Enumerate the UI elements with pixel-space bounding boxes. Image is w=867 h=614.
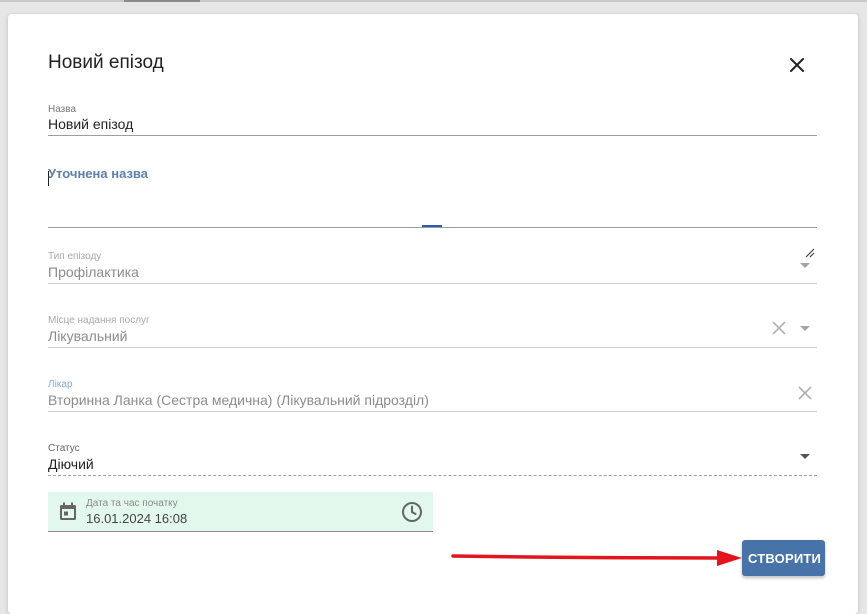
annotation-arrow: [451, 550, 742, 566]
start-datetime-label: Дата та час початку: [86, 498, 178, 509]
start-datetime-value: 16.01.2024 16:08: [86, 511, 188, 526]
doctor-label: Лікар: [48, 379, 73, 390]
doctor-underline: [48, 411, 817, 412]
name-field-label: Назва: [48, 104, 77, 115]
episode-type-underline: [48, 283, 817, 284]
service-place-label: Місце надання послуг: [48, 315, 150, 326]
name-field-value: Новий епізод: [48, 116, 134, 132]
episode-type-label: Тип епізоду: [48, 251, 102, 262]
status-select[interactable]: Статус Діючий: [48, 443, 817, 476]
new-episode-dialog: Новий епізод Назва Новий епізод Уточнена…: [8, 14, 858, 614]
chevron-down-icon[interactable]: [800, 454, 810, 459]
status-underline: [48, 475, 817, 476]
create-button[interactable]: СТВОРИТИ: [742, 540, 825, 576]
clear-icon[interactable]: [771, 320, 787, 336]
refined-name-textarea[interactable]: Уточнена назва: [48, 166, 817, 258]
status-value: Діючий: [48, 456, 94, 472]
focus-indicator: [422, 225, 442, 227]
status-label: Статус: [48, 443, 80, 454]
clock-icon[interactable]: [401, 501, 423, 523]
episode-type-select[interactable]: Тип епізоду Профілактика: [48, 251, 817, 284]
chevron-down-icon[interactable]: [800, 326, 810, 331]
start-datetime-field[interactable]: Дата та час початку 16.01.2024 16:08: [48, 492, 433, 532]
dialog-title: Новий епізод: [48, 52, 164, 73]
name-field-underline: [48, 135, 817, 136]
close-icon[interactable]: [786, 54, 808, 76]
doctor-value: Вторинна Ланка (Сестра медична) (Лікувал…: [48, 392, 429, 408]
refined-name-underline: [48, 227, 817, 228]
service-place-underline: [48, 347, 817, 348]
chevron-down-icon[interactable]: [800, 263, 810, 268]
service-place-value: Лікувальний: [48, 328, 128, 344]
calendar-icon[interactable]: [58, 502, 78, 522]
window-tab-indicator: [124, 0, 200, 2]
doctor-field[interactable]: Лікар Вторинна Ланка (Сестра медична) (Л…: [48, 379, 817, 412]
name-field[interactable]: Назва Новий епізод: [48, 104, 817, 136]
service-place-select[interactable]: Місце надання послуг Лікувальний: [48, 315, 817, 348]
refined-name-label: Уточнена назва: [48, 166, 148, 181]
episode-type-value: Профілактика: [48, 264, 139, 280]
clear-icon[interactable]: [797, 385, 813, 401]
